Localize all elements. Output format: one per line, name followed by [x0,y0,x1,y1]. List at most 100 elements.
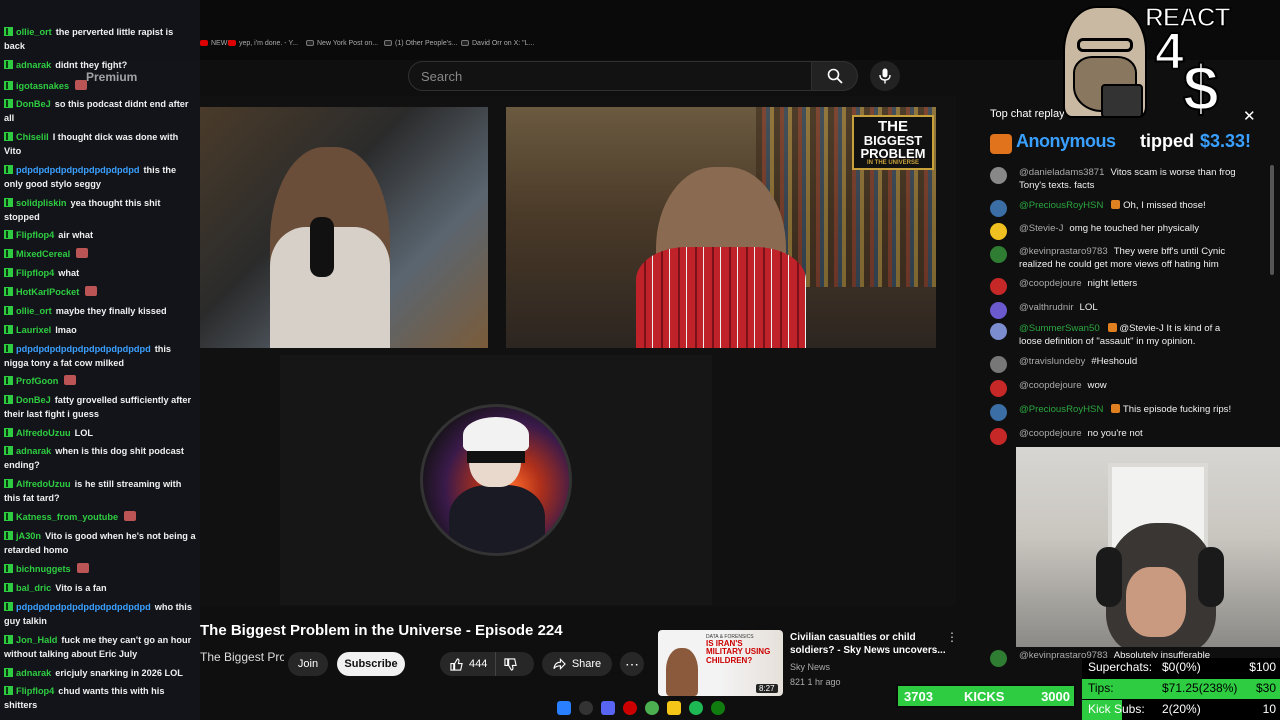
avatar[interactable] [990,356,1007,373]
kick-chat-username[interactable]: Chiselil [16,132,49,142]
kick-chat-username[interactable]: Flipflop4 [16,686,54,696]
kick-chat-username[interactable]: pdpdpdpdpdpdpdpdpdpdpd [16,165,139,175]
voice-search-button[interactable] [870,61,900,91]
avatar-hair [463,417,529,453]
live-chat-username[interactable]: @PreciousRoyHSN [1019,200,1103,211]
bookmark-4[interactable]: (1) Other People's... [384,40,457,47]
kick-chat-username[interactable]: bichnuggets [16,564,71,574]
emote-icon [85,286,98,296]
live-chat-username[interactable]: @coopdejoure [1019,380,1082,391]
avatar[interactable] [990,302,1007,319]
avatar[interactable] [990,200,1007,217]
kick-chat-username[interactable]: igotasnakes [16,81,69,91]
live-chat-username[interactable]: @SummerSwan50 [1019,323,1100,334]
avatar[interactable] [990,323,1007,340]
kick-chat-username[interactable]: pdpdpdpdpdpdpdpdpdpdpdpd [16,602,151,612]
kick-chat-text: lmao [55,325,77,335]
live-chat-username[interactable]: @coopdejoure [1019,278,1082,289]
kick-badge-icon [4,668,13,677]
more-icon: ⋯ [625,655,639,672]
kick-chat-username[interactable]: Flipflop4 [16,268,54,278]
kick-chat-username[interactable]: MixedCereal [16,249,70,259]
share-button[interactable]: Share [542,652,612,676]
kick-chat-message: ProfGoon [4,374,196,388]
recommended-title[interactable]: Civilian casualties or child soldiers? -… [790,631,950,657]
file-explorer-icon[interactable] [667,701,681,715]
live-chat-username[interactable]: @danieladams3871 [1019,167,1104,178]
avatar[interactable] [990,404,1007,421]
kick-chat-username[interactable]: ollie_ort [16,306,52,316]
kick-chat-username[interactable]: Katness_from_youtube [16,512,118,522]
donation-stats-panel: Superchats: $0(0%) $100 Tips: $71.25(238%) $3… [1082,658,1280,720]
kick-chat-username[interactable]: bal_dric [16,583,51,593]
kick-badge-icon [4,306,13,315]
channel-name[interactable]: The Biggest Problem in the Universe [200,650,284,664]
kick-chat-text: Vito is a fan [55,583,107,593]
kick-chat-username[interactable]: DonBeJ [16,99,51,109]
avatar[interactable] [990,380,1007,397]
live-chat-header[interactable]: Top chat replay [990,108,1065,120]
live-chat-username[interactable]: @kevinprastaro9783 [1019,246,1108,257]
dislike-button[interactable] [496,652,525,676]
kick-chat-message: solidpliskin yea thought this shit stoppe… [4,196,196,224]
video-title: The Biggest Problem in the Universe - Ep… [200,622,563,639]
avatar[interactable] [990,428,1007,445]
avatar[interactable] [990,167,1007,184]
kick-badge-icon [4,512,13,521]
search-button[interactable] [812,61,858,91]
kick-chat-username[interactable]: HotKarlPocket [16,287,79,297]
kick-chat-username[interactable]: jA30n [16,531,41,541]
kick-chat-username[interactable]: Jon_Hald [16,635,57,645]
bookmark-5[interactable]: David Orr on X: "L... [461,40,534,47]
like-button[interactable]: 444 [440,652,497,676]
kick-badge-icon [4,446,13,455]
live-chat-username[interactable]: @Stevie-J [1019,223,1063,234]
xbox-icon[interactable] [711,701,725,715]
recommended-channel[interactable]: Sky News [790,662,830,672]
chrome-icon[interactable] [645,701,659,715]
live-chat-text: no you're not [1087,428,1143,439]
kick-chat-username[interactable]: ollie_ort [16,27,52,37]
live-chat-username[interactable]: @coopdejoure [1019,428,1082,439]
kick-chat-username[interactable]: adnarak [16,446,51,456]
kick-chat-username[interactable]: AlfredoUzuu [16,479,71,489]
kick-chat-username[interactable]: DonBeJ [16,395,51,405]
kick-chat-username[interactable]: ProfGoon [16,376,58,386]
avatar[interactable] [990,278,1007,295]
kick-chat-username[interactable]: solidpliskin [16,198,67,208]
windows-start-icon[interactable] [557,701,571,715]
recommended-duration: 8:27 [756,684,778,693]
avatar[interactable] [990,223,1007,240]
kick-chat-username[interactable]: AlfredoUzuu [16,428,71,438]
live-chat-username[interactable]: @PreciousRoyHSN [1019,404,1103,415]
kick-chat-username[interactable]: Laurixel [16,325,51,335]
avatar[interactable] [990,650,1007,667]
subscribe-button[interactable]: Subscribe [337,652,405,676]
recommended-menu-button[interactable]: ⋮ [946,630,958,644]
live-chat-text: #Heshould [1091,356,1138,367]
kick-chat-username[interactable]: pdpdpdpdpdpdpdpdpdpdpdpd [16,344,151,354]
kick-chat-username[interactable]: adnarak [16,60,51,70]
kick-chat-message: pdpdpdpdpdpdpdpdpdpdpdpd this nigga tony … [4,342,196,370]
chat-scrollbar[interactable] [1270,165,1274,275]
spotify-icon[interactable] [689,701,703,715]
search-input[interactable]: Search [408,61,812,91]
kick-chat-username[interactable]: adnarak [16,668,51,678]
taskbar-search-icon[interactable] [579,701,593,715]
avatar-suit [449,485,545,553]
obs-icon[interactable] [623,701,637,715]
bookmark-3[interactable]: New York Post on... [306,40,378,47]
live-chat-username[interactable]: @travislundeby [1019,356,1085,367]
more-actions-button[interactable]: ⋯ [620,652,644,676]
search-icon [827,68,843,84]
kick-chat-username[interactable]: Flipflop4 [16,230,54,240]
live-chat-message-body: @SummerSwan50 @Stevie-J It is kind of a … [1019,323,1244,348]
bookmark-2[interactable]: yep, i'm done. - Y... [228,40,298,47]
live-chat-username[interactable]: @valthrudnir [1019,302,1074,313]
discord-icon[interactable] [601,701,615,715]
kick-chat-message: adnarak when is this dog shit podcast end… [4,444,196,472]
member-badge-icon [1111,200,1121,209]
live-chat-text: This episode fucking rips! [1122,404,1232,415]
join-button[interactable]: Join [288,652,328,676]
avatar[interactable] [990,246,1007,263]
